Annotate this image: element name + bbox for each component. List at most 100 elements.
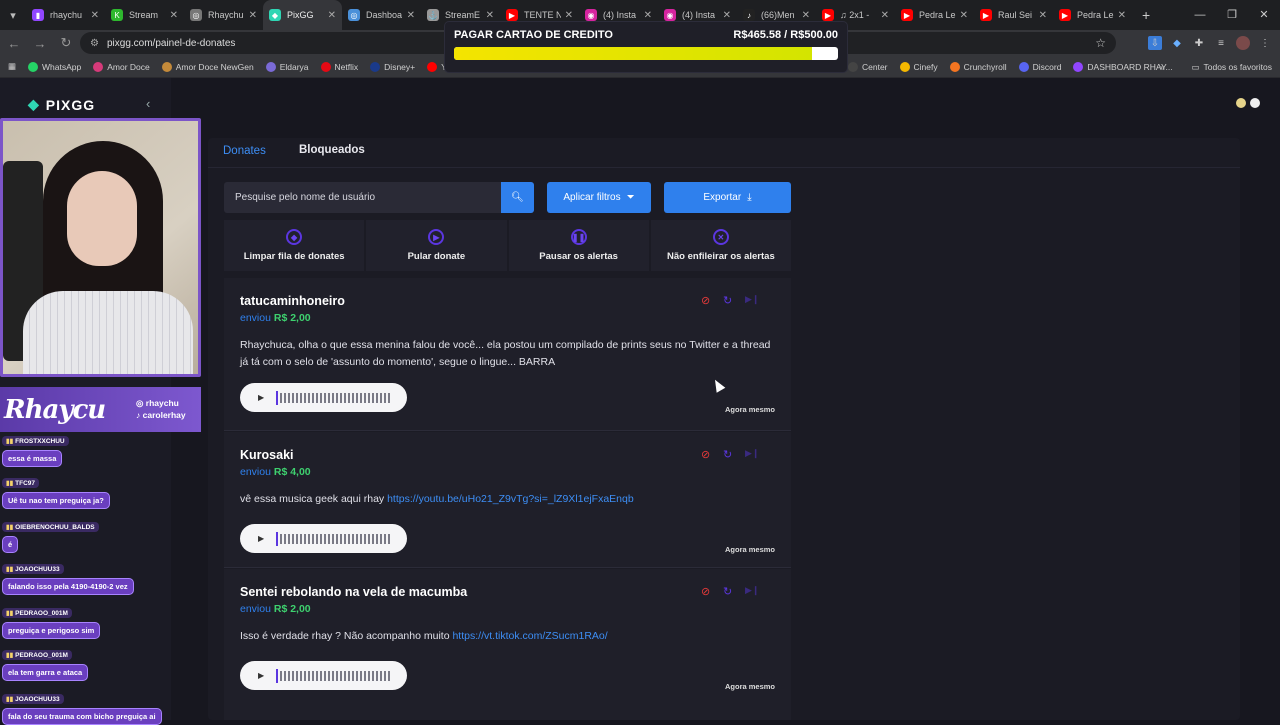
extensions-area: ⇩ ◆ ✚ ≡ ⋮ (1148, 30, 1280, 56)
maximize-button[interactable]: ❐ (1216, 0, 1248, 30)
close-tab-icon[interactable]: ✕ (170, 10, 178, 21)
new-tab-button[interactable]: + (1142, 7, 1150, 23)
close-window-button[interactable]: ✕ (1248, 0, 1280, 30)
message-link[interactable]: https://youtu.be/uHo21_Z9vTg?si=_lZ9Xl1e… (387, 493, 634, 505)
close-tab-icon[interactable]: ✕ (565, 10, 573, 21)
skip-icon[interactable]: ▶❙ (745, 585, 759, 596)
chat-username: ▮▮ PEDRAOO_001M (2, 608, 72, 618)
bookmark-item[interactable]: Amor Doce NewGen (161, 61, 254, 72)
donation-time: Agora mesmo (724, 405, 775, 414)
close-tab-icon[interactable]: ✕ (1039, 10, 1047, 21)
bookmark-item[interactable]: Discord (1018, 62, 1061, 72)
all-bookmarks[interactable]: ▭ Todos os favoritos (1191, 56, 1272, 78)
tab-label: Raul Sei (998, 10, 1033, 20)
audio-waveform[interactable] (276, 531, 392, 546)
bookmark-item[interactable]: Center (848, 62, 888, 72)
export-button[interactable]: Exportar ⤓ (664, 182, 791, 213)
skip-icon[interactable]: ▶❙ (745, 448, 759, 459)
play-icon[interactable]: ▶ (258, 393, 264, 402)
browser-tab[interactable]: ▶ Raul Sei ✕ (974, 0, 1053, 30)
extension-icon[interactable]: ◆ (1170, 36, 1184, 50)
block-user-icon[interactable]: ⊘ (701, 585, 710, 598)
replay-icon[interactable]: ↻ (723, 448, 732, 461)
play-icon[interactable]: ▶ (258, 534, 264, 543)
audio-player[interactable]: ▶ (240, 661, 407, 690)
bookmark-item[interactable]: Disney+ (370, 61, 415, 72)
close-tab-icon[interactable]: ✕ (644, 10, 652, 21)
minimize-button[interactable]: — (1184, 0, 1216, 30)
tab-favicon-icon: ▶ (1059, 9, 1071, 21)
browser-tab[interactable]: ◆ PixGG ✕ (263, 0, 342, 30)
close-tab-icon[interactable]: ✕ (91, 10, 99, 21)
collapse-sidebar-icon[interactable]: ‹ (146, 96, 150, 111)
close-tab-icon[interactable]: ✕ (960, 10, 968, 21)
audio-player[interactable]: ▶ (240, 383, 407, 412)
forward-button[interactable]: → (28, 36, 52, 51)
bookmark-item[interactable]: Amor Doce (93, 61, 150, 72)
browser-tab[interactable]: ▮ rhaychu ✕ (26, 0, 105, 30)
browser-tab[interactable]: ▶ Pedra Le ✕ (895, 0, 974, 30)
close-tab-icon[interactable]: ✕ (249, 10, 257, 21)
action-eraser[interactable]: ◆ Limpar fila de donates (224, 220, 365, 271)
site-info-icon[interactable]: ⚙ (90, 38, 99, 49)
bookmark-item[interactable]: Eldarya (265, 61, 309, 72)
chat-text: Uê tu nao tem preguiça ja? (2, 492, 110, 509)
close-tab-icon[interactable]: ✕ (881, 10, 889, 21)
audio-waveform[interactable] (276, 668, 392, 683)
close-tab-icon[interactable]: ✕ (486, 10, 494, 21)
bookmark-item[interactable]: WhatsApp (28, 61, 81, 72)
tab-search-dropdown[interactable]: ▾ (0, 0, 26, 30)
badge-icon: ▮▮ (6, 696, 14, 703)
bookmark-item[interactable]: Crunchyroll (949, 62, 1007, 72)
extension-icon[interactable]: ⇩ (1148, 36, 1162, 50)
search-button[interactable]: 🔍︎ (501, 182, 534, 213)
tab-donates[interactable]: Donates (223, 145, 266, 157)
action-bell-off[interactable]: ✕ Não enfileirar os alertas (650, 220, 791, 271)
close-tab-icon[interactable]: ✕ (723, 10, 731, 21)
browser-tab[interactable]: ◎ Dashboa ✕ (342, 0, 421, 30)
close-tab-icon[interactable]: ✕ (407, 10, 415, 21)
block-user-icon[interactable]: ⊘ (701, 294, 710, 307)
skip-icon[interactable]: ▶❙ (745, 294, 759, 305)
donation-amount-line: enviou R$ 2,00 (240, 603, 311, 615)
chat-username: ▮▮ TFC97 (2, 478, 40, 488)
browser-tab[interactable]: ◎ Rhaychu ✕ (184, 0, 263, 30)
browser-tab[interactable]: ▶ Pedra Le ✕ (1053, 0, 1132, 30)
tab-blocked[interactable]: Bloqueados (299, 144, 365, 156)
apps-grid-icon[interactable]: ▦ (8, 61, 16, 72)
bookmark-item[interactable]: Netflix (320, 61, 358, 72)
play-icon[interactable]: ▶ (258, 671, 264, 680)
pixgg-logo[interactable]: ◆ PIXGG (28, 96, 95, 113)
profile-avatar[interactable] (1236, 36, 1250, 50)
close-tab-icon[interactable]: ✕ (1118, 10, 1126, 21)
search-icon: 🔍︎ (511, 192, 524, 203)
action-pause[interactable]: ❚❚ Pausar os alertas (508, 220, 649, 271)
apply-filters-button[interactable]: Aplicar filtros ⏷ (547, 182, 651, 213)
block-user-icon[interactable]: ⊘ (701, 448, 710, 461)
bookmark-star-icon[interactable]: ☆ (1095, 36, 1106, 50)
more-bookmarks-icon[interactable]: » (1160, 62, 1165, 72)
goal-progress-bar (454, 47, 838, 60)
theme-toggle[interactable] (1236, 98, 1260, 108)
puzzle-icon[interactable]: ✚ (1192, 36, 1206, 50)
close-tab-icon[interactable]: ✕ (328, 10, 336, 21)
close-tab-icon[interactable]: ✕ (802, 10, 810, 21)
chat-text: preguiça e perigoso sim (2, 622, 101, 639)
goal-overlay: PAGAR CARTAO DE CREDITO R$465.58 / R$500… (445, 22, 847, 72)
replay-icon[interactable]: ↻ (723, 585, 732, 598)
search-input[interactable]: Pesquise pelo nome de usuário (224, 182, 534, 213)
bookmark-item[interactable]: DASHBOARD RHAY... (1073, 62, 1173, 72)
message-link[interactable]: https://vt.tiktok.com/ZSucm1RAo/ (452, 630, 607, 642)
chat-text: é (2, 536, 19, 553)
replay-icon[interactable]: ↻ (723, 294, 732, 307)
chat-username: ▮▮ JOAOCHUU33 (2, 564, 64, 574)
action-skip[interactable]: ▶ Pular donate (366, 220, 507, 271)
back-button[interactable]: ← (2, 36, 26, 51)
reload-button[interactable]: ↻ (54, 35, 78, 51)
menu-icon[interactable]: ⋮ (1258, 36, 1272, 50)
audio-waveform[interactable] (276, 390, 392, 405)
media-icon[interactable]: ≡ (1214, 36, 1228, 50)
audio-player[interactable]: ▶ (240, 524, 407, 553)
browser-tab[interactable]: K Stream ✕ (105, 0, 184, 30)
bookmark-item[interactable]: Cinefy (899, 62, 938, 72)
